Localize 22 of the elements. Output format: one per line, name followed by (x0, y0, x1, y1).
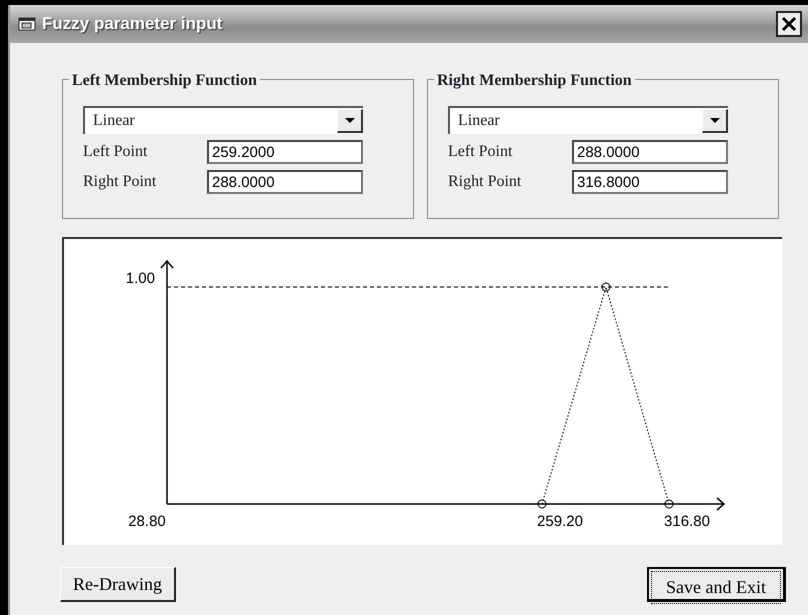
x-axis-label: 316.80 (664, 513, 710, 530)
dialog-button[interactable]: Save and Exit (647, 567, 786, 602)
y-axis-label: 1.00 (126, 270, 155, 287)
dialog-button[interactable]: Re-Drawing (60, 567, 176, 602)
dropdown-arrow-icon (710, 118, 720, 124)
field-label: Left Point (83, 142, 148, 162)
field-label: Right Point (83, 172, 158, 192)
x-axis-label: 28.80 (128, 513, 166, 530)
x-axis-label: 259.20 (537, 513, 583, 530)
window-title: Fuzzy parameter input (42, 13, 222, 36)
window-icon (18, 17, 36, 31)
field-label: Left Point (448, 142, 514, 162)
input-field[interactable]: 259.2000 (207, 140, 363, 164)
function-type-dropdown[interactable]: Linear (83, 106, 363, 134)
input-field[interactable]: 316.8000 (572, 170, 728, 194)
close-button[interactable] (776, 11, 802, 37)
field-label: Right Point (448, 172, 522, 192)
function-type-dropdown[interactable]: Linear (448, 106, 728, 134)
input-field[interactable]: 288.0000 (207, 170, 363, 194)
dropdown-arrow-icon (344, 118, 354, 124)
close-icon (781, 16, 797, 32)
input-field[interactable]: 288.0000 (572, 140, 728, 164)
